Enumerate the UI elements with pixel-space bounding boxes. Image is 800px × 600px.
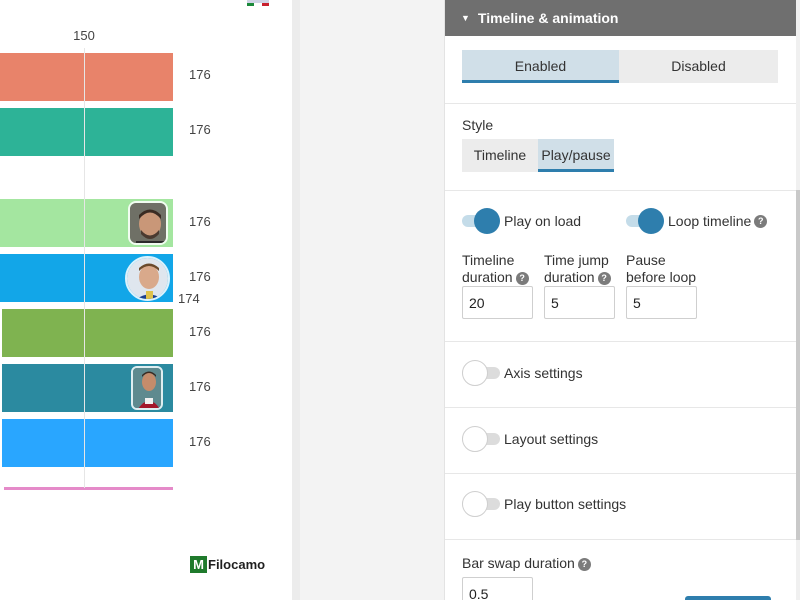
help-icon[interactable]: ? <box>577 557 591 571</box>
style-section: Style Timeline Play/pause <box>445 104 796 191</box>
section-title: Timeline & animation <box>477 10 619 26</box>
layout-settings-label: Layout settings <box>504 431 599 447</box>
bar-value-label: 176 <box>189 379 211 394</box>
bar-value-label: 176 <box>189 269 211 284</box>
timeline-duration-input[interactable] <box>462 286 533 319</box>
bar-swap-label: Bar swap duration <box>462 555 575 571</box>
label-text: duration <box>544 269 595 285</box>
panel-scrollbar[interactable] <box>796 0 800 600</box>
flag-seal <box>247 0 269 6</box>
play-button-settings-section: Play button settings <box>445 474 796 540</box>
axis-settings-row: Axis settings <box>462 360 779 386</box>
style-label: Style <box>462 117 494 133</box>
playback-section: Play on load Loop timeline ? Timeline du… <box>445 191 796 342</box>
style-timeline-button[interactable]: Timeline <box>462 139 538 172</box>
label-line: Pause <box>626 252 666 268</box>
app-root: 150 176 176 176 176 174 176 176 176 M Fi… <box>0 0 800 600</box>
axis-tick-label: 150 <box>73 28 95 43</box>
enabled-toggle-group: Enabled Disabled <box>462 50 779 83</box>
bar-swap-duration-input[interactable] <box>462 577 533 600</box>
play-button-settings-row: Play button settings <box>462 491 779 517</box>
help-icon[interactable]: ? <box>515 271 529 285</box>
bar-swap-label-row: Bar swap duration? <box>462 555 779 577</box>
bar-value-label: 176 <box>189 122 211 137</box>
player-avatar <box>128 201 168 245</box>
player-avatar <box>125 256 170 301</box>
label-line: Timeline <box>462 252 515 268</box>
help-icon[interactable]: ? <box>597 271 611 285</box>
logo-mark: M <box>190 556 207 573</box>
layout-settings-toggle[interactable] <box>462 426 500 452</box>
help-icon[interactable]: ? <box>754 214 768 228</box>
bar <box>0 108 173 156</box>
bar-swap-section: Bar swap duration? <box>445 540 796 600</box>
enabled-section: Enabled Disabled <box>445 36 796 104</box>
chart-preview: 150 176 176 176 176 174 176 176 176 M Fi… <box>0 0 292 600</box>
gridline <box>84 48 85 488</box>
brand-logo: M Filocamo <box>190 556 265 573</box>
time-jump-duration-label: Time jump duration? <box>544 252 615 286</box>
pause-before-loop-input[interactable] <box>626 286 697 319</box>
bar-value-label: 174 <box>178 291 200 306</box>
label-text: duration <box>462 269 513 285</box>
time-jump-duration-input[interactable] <box>544 286 615 319</box>
pause-before-loop-label: Pause before loop <box>626 252 697 286</box>
bar-value-label: 176 <box>189 324 211 339</box>
settings-panel[interactable]: ▼ Timeline & animation Enabled Disabled … <box>444 0 796 600</box>
label-line: Time jump <box>544 252 609 268</box>
play-on-load-label: Play on load <box>504 213 582 229</box>
loop-timeline-toggle[interactable] <box>626 208 664 234</box>
panel-gap <box>300 0 444 600</box>
time-jump-duration-field: Time jump duration? <box>544 252 615 319</box>
player-avatar <box>131 366 163 410</box>
section-header-timeline[interactable]: ▼ Timeline & animation <box>445 0 796 36</box>
play-button-settings-toggle[interactable] <box>462 491 500 517</box>
bar <box>0 53 173 101</box>
axis-settings-label: Axis settings <box>504 365 583 381</box>
caret-down-icon: ▼ <box>461 13 470 23</box>
enabled-button[interactable]: Enabled <box>462 50 619 83</box>
layout-settings-row: Layout settings <box>462 426 779 452</box>
style-playpause-button[interactable]: Play/pause <box>538 139 614 172</box>
bar <box>2 309 173 357</box>
pause-before-loop-field: Pause before loop <box>626 252 697 319</box>
axis-settings-toggle[interactable] <box>462 360 500 386</box>
apply-button[interactable] <box>685 596 771 600</box>
disabled-button[interactable]: Disabled <box>619 50 778 83</box>
bar-value-label: 176 <box>189 214 211 229</box>
label-line: before loop <box>626 269 697 285</box>
preview-divider <box>292 0 300 600</box>
bar-value-label: 176 <box>189 434 211 449</box>
layout-settings-section: Layout settings <box>445 408 796 474</box>
loop-timeline-row: Loop timeline ? <box>626 208 768 234</box>
logo-text: Filocamo <box>208 557 266 572</box>
axis-settings-section: Axis settings <box>445 342 796 408</box>
label-line: duration? <box>462 269 533 286</box>
style-toggle-group: Timeline Play/pause <box>462 139 779 172</box>
play-on-load-toggle[interactable] <box>462 208 500 234</box>
play-on-load-row: Play on load <box>462 208 581 234</box>
bar <box>2 419 173 467</box>
scrollbar-thumb[interactable] <box>796 190 800 540</box>
timeline-duration-label: Timeline duration? <box>462 252 533 286</box>
timeline-duration-field: Timeline duration? <box>462 252 533 319</box>
loop-timeline-label: Loop timeline <box>668 213 752 229</box>
bar-value-label: 176 <box>189 67 211 82</box>
play-button-settings-label: Play button settings <box>504 496 627 512</box>
bar <box>4 487 173 490</box>
label-line: duration? <box>544 269 615 286</box>
